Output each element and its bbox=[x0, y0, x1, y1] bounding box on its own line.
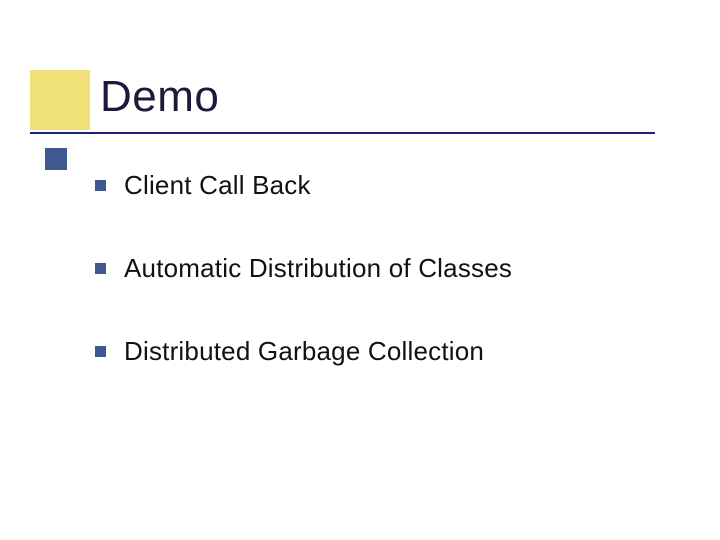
list-item: Automatic Distribution of Classes bbox=[95, 253, 655, 284]
bullet-text: Distributed Garbage Collection bbox=[124, 336, 484, 367]
slide-title: Demo bbox=[100, 72, 219, 122]
title-underline bbox=[30, 132, 655, 134]
list-item: Client Call Back bbox=[95, 170, 655, 201]
nav-accent-square bbox=[45, 148, 67, 170]
bullet-icon bbox=[95, 263, 106, 274]
bullet-text: Automatic Distribution of Classes bbox=[124, 253, 512, 284]
list-item: Distributed Garbage Collection bbox=[95, 336, 655, 367]
bullet-text: Client Call Back bbox=[124, 170, 311, 201]
bullet-list: Client Call Back Automatic Distribution … bbox=[95, 170, 655, 419]
bullet-icon bbox=[95, 346, 106, 357]
bullet-icon bbox=[95, 180, 106, 191]
title-accent-square bbox=[30, 70, 90, 130]
